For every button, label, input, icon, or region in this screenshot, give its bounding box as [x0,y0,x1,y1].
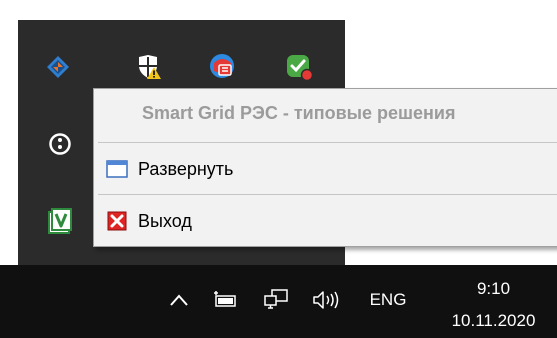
v-app-icon[interactable] [43,204,77,238]
menu-item-label: Развернуть [138,158,234,179]
app-diamond-icon[interactable] [41,50,75,84]
alert-circle-icon[interactable] [43,127,77,161]
green-shield-status-icon[interactable] [282,50,316,84]
menu-separator [98,142,557,143]
network-icon[interactable] [261,287,291,313]
clock[interactable]: 9:10 10.11.2020 [430,273,557,337]
battery-icon[interactable] [210,287,240,313]
menu-separator [98,194,557,195]
clock-time: 9:10 [476,279,511,298]
exit-icon [106,210,128,232]
menu-title: Smart Grid РЭС - типовые решения [142,103,456,123]
volume-icon[interactable] [310,287,346,313]
clock-date: 10.11.2020 [451,311,536,330]
tray-context-menu: Smart Grid РЭС - типовые решения Разверн… [93,88,557,247]
language-indicator[interactable]: ENG [360,287,416,313]
menu-item-restore[interactable]: Развернуть [98,147,557,191]
red-chat-icon[interactable] [206,50,240,84]
menu-item-exit[interactable]: Выход [98,199,557,243]
menu-item-label: Выход [138,210,192,231]
chevron-up-icon[interactable] [166,287,192,313]
windows-security-warning-icon[interactable] [131,50,165,84]
restore-window-icon [106,158,128,180]
taskbar: ENG 9:10 10.11.2020 [0,265,557,338]
